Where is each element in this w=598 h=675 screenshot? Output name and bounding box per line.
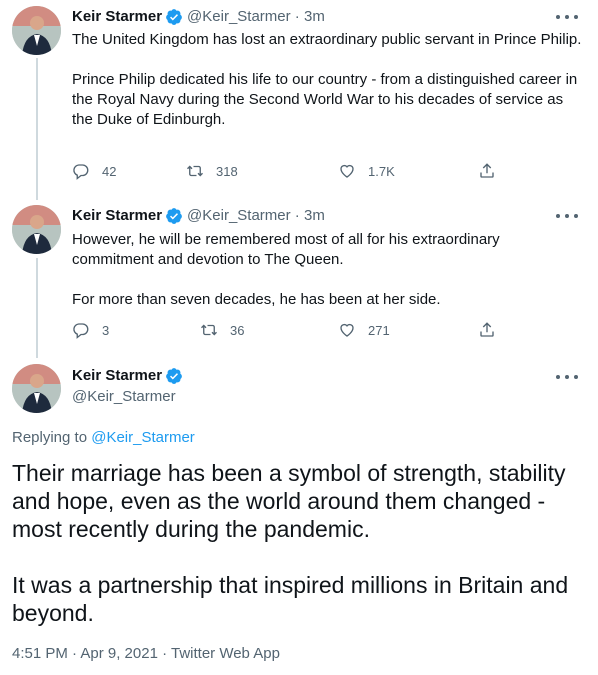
main-tweet-header: Keir Starmer @Keir_Starmer xyxy=(72,366,187,407)
tweet-text: The United Kingdom has lost an extraordi… xyxy=(72,30,582,130)
tweet-header: Keir Starmer @Keir_Starmer · 3m xyxy=(72,7,325,27)
replying-prefix: Replying to xyxy=(12,429,92,446)
verified-badge-icon xyxy=(166,9,182,25)
tweet-paragraph: For more than seven decades, he has been… xyxy=(72,291,441,308)
main-tweet-text: Their marriage has been a symbol of stre… xyxy=(12,459,582,627)
like-button[interactable]: 1.7K xyxy=(338,162,395,180)
author-name[interactable]: Keir Starmer xyxy=(72,366,162,386)
tweet-paragraph: The United Kingdom has lost an extraordi… xyxy=(72,31,582,48)
reply-count: 42 xyxy=(102,163,117,179)
tweet-actions: 3 36 271 xyxy=(72,321,512,341)
heart-icon xyxy=(340,323,354,337)
reply-button[interactable]: 42 xyxy=(72,162,116,180)
retweet-count: 318 xyxy=(216,163,238,179)
reply-count: 3 xyxy=(102,322,110,338)
retweet-button[interactable]: 36 xyxy=(200,321,244,339)
tweet-time[interactable]: 3m xyxy=(304,206,325,226)
reply-icon xyxy=(73,164,89,180)
tweet-actions: 42 318 1.7K xyxy=(72,162,512,182)
source-app-link[interactable]: Twitter Web App xyxy=(171,645,280,662)
reply-button[interactable]: 3 xyxy=(72,321,109,339)
tweet-paragraph: Prince Philip dedicated his life to our … xyxy=(72,71,578,128)
separator-dot: · xyxy=(290,207,304,224)
tweet-metadata: 4:51 PM · Apr 9, 2021 · Twitter Web App xyxy=(12,644,280,664)
share-icon xyxy=(480,163,494,178)
more-dots-icon[interactable] xyxy=(556,206,578,226)
author-handle[interactable]: @Keir_Starmer xyxy=(187,206,291,226)
avatar[interactable] xyxy=(12,364,61,413)
author-handle[interactable]: @Keir_Starmer xyxy=(187,7,291,27)
share-button[interactable] xyxy=(478,321,496,339)
like-count: 271 xyxy=(368,322,390,338)
like-button[interactable]: 271 xyxy=(338,321,390,339)
reply-icon xyxy=(73,323,89,339)
verified-badge-icon xyxy=(166,368,182,384)
tweet-paragraph: It was a partnership that inspired milli… xyxy=(12,572,569,626)
more-dots-icon[interactable] xyxy=(556,7,578,27)
retweet-icon xyxy=(187,165,203,177)
share-icon xyxy=(480,322,494,337)
tweet[interactable]: Keir Starmer @Keir_Starmer · 3m However,… xyxy=(0,200,598,356)
retweet-count: 36 xyxy=(230,322,245,338)
tweet-paragraph: However, he will be remembered most of a… xyxy=(72,231,500,268)
replying-to-link[interactable]: @Keir_Starmer xyxy=(91,429,195,446)
tweet-timestamp[interactable]: 4:51 PM · Apr 9, 2021 · xyxy=(12,645,171,662)
replying-to: Replying to @Keir_Starmer xyxy=(12,428,195,448)
tweet-time[interactable]: 3m xyxy=(304,7,325,27)
tweet-paragraph: Their marriage has been a symbol of stre… xyxy=(12,460,566,542)
like-count: 1.7K xyxy=(368,163,395,179)
separator-dot: · xyxy=(290,8,304,25)
author-name[interactable]: Keir Starmer xyxy=(72,7,162,27)
avatar[interactable] xyxy=(12,205,61,254)
heart-icon xyxy=(340,164,354,178)
tweet-text: However, he will be remembered most of a… xyxy=(72,230,582,310)
author-handle[interactable]: @Keir_Starmer xyxy=(72,387,187,407)
verified-badge-icon xyxy=(166,208,182,224)
retweet-icon xyxy=(201,324,217,336)
tweet[interactable]: Keir Starmer @Keir_Starmer · 3m The Unit… xyxy=(0,0,598,196)
tweet-header: Keir Starmer @Keir_Starmer · 3m xyxy=(72,206,325,226)
avatar[interactable] xyxy=(12,6,61,55)
share-button[interactable] xyxy=(478,162,496,180)
retweet-button[interactable]: 318 xyxy=(186,162,238,180)
more-dots-icon[interactable] xyxy=(556,367,578,387)
author-name[interactable]: Keir Starmer xyxy=(72,206,162,226)
